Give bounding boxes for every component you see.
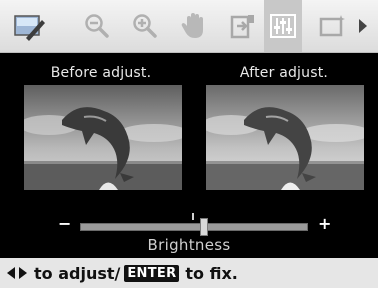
- hand-button[interactable]: [174, 7, 212, 45]
- after-label: After adjust.: [239, 65, 329, 81]
- rotate-button[interactable]: [224, 7, 262, 45]
- before-photo: [24, 85, 182, 190]
- hint-fix-text: to fix.: [185, 263, 238, 283]
- hand-icon: [181, 13, 203, 38]
- toolbar: [0, 0, 378, 53]
- frame-button[interactable]: [314, 7, 352, 45]
- edit-photo-icon: [14, 15, 45, 41]
- after-photo: [206, 85, 364, 190]
- slider-track[interactable]: [80, 223, 308, 231]
- zoom-out-button[interactable]: [78, 7, 116, 45]
- before-label: Before adjust.: [50, 65, 152, 81]
- default-marker: [192, 213, 194, 220]
- edit-photo-button[interactable]: [10, 7, 48, 45]
- scroll-right-button[interactable]: [350, 7, 376, 45]
- left-right-arrows-icon: [6, 266, 28, 280]
- enter-key-badge: ENTER: [124, 264, 180, 282]
- preview-area: Before adjust. After adjust. − + Brightn…: [0, 53, 378, 257]
- adjust-icon: [270, 14, 296, 38]
- slider-thumb[interactable]: [200, 218, 209, 236]
- hint-bar: to adjust/ ENTER to fix.: [0, 258, 378, 288]
- scroll-right-icon: [359, 19, 367, 33]
- adjust-button[interactable]: [264, 0, 302, 52]
- decrease-symbol: −: [58, 214, 72, 233]
- zoom-in-button[interactable]: [126, 7, 164, 45]
- slider-label: Brightness: [147, 236, 231, 254]
- frame-icon: [319, 15, 345, 37]
- hint-adjust-text: to adjust/: [34, 263, 121, 283]
- zoom-in-icon: [133, 14, 157, 38]
- increase-symbol: +: [318, 214, 332, 233]
- rotate-icon: [230, 15, 254, 39]
- zoom-out-icon: [85, 14, 109, 38]
